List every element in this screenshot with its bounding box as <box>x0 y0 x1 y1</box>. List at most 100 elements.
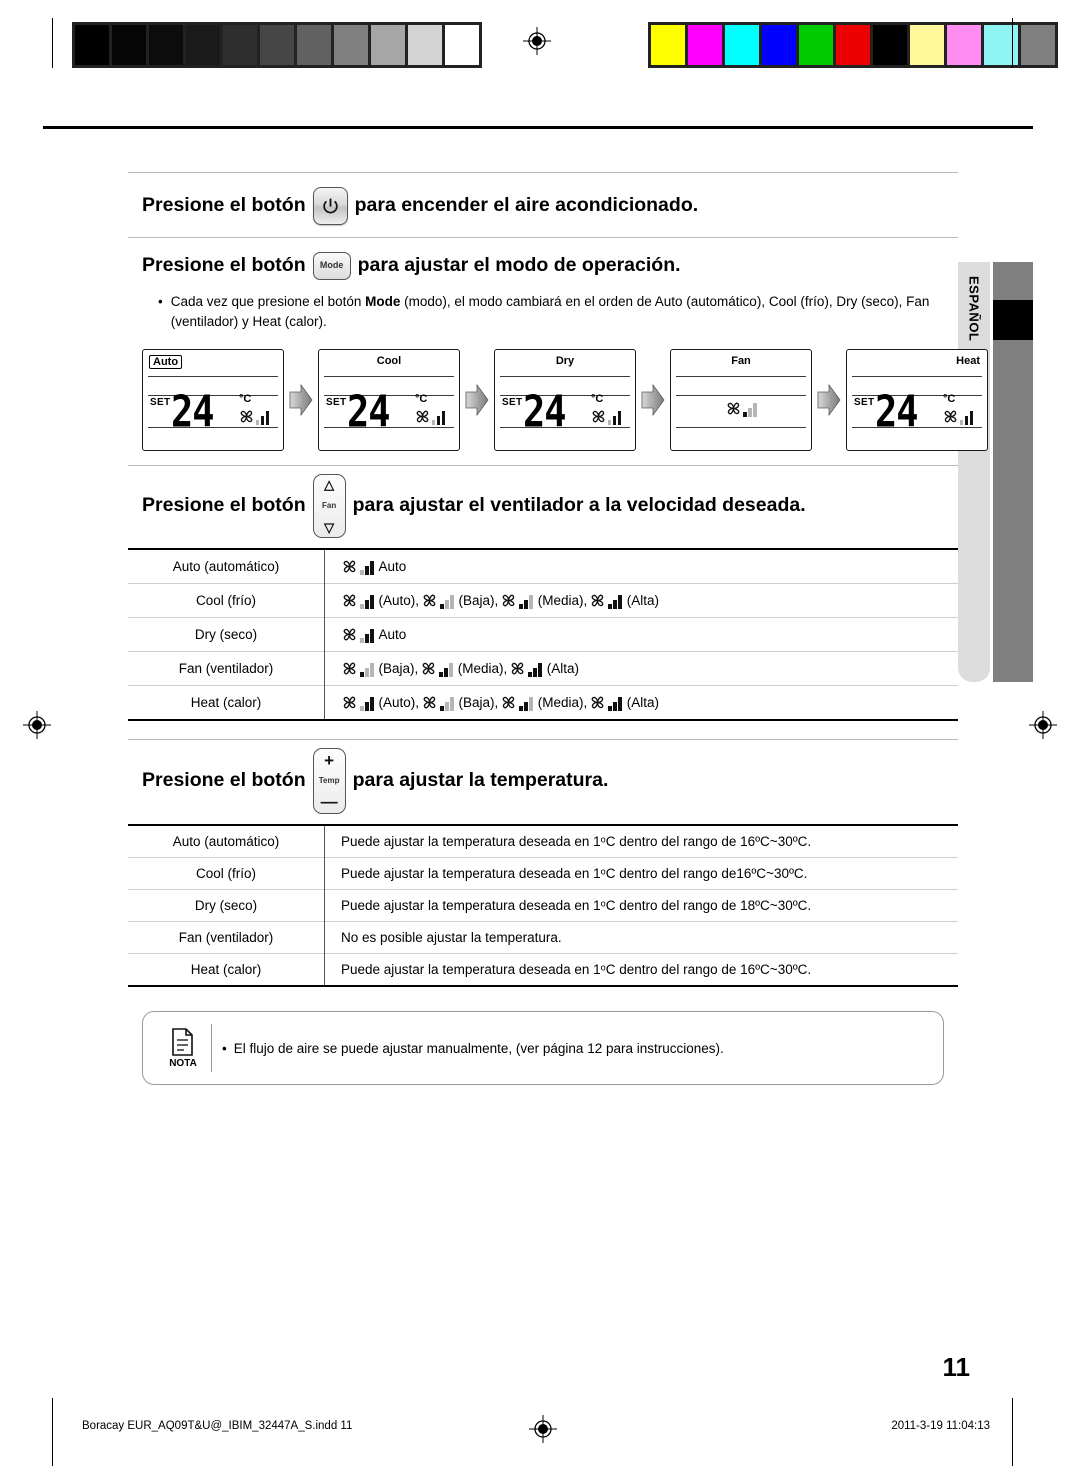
plus-icon: + <box>324 751 335 771</box>
table-row: Cool (frío) (Auto), (Baja), (Media), (Alta) <box>128 583 958 618</box>
note-divider <box>211 1024 212 1073</box>
bullet-dot: • <box>158 294 163 309</box>
fan-speed-bars <box>743 403 757 418</box>
footer-rule-right <box>1012 1406 1013 1466</box>
fan-bar-1 <box>608 604 612 610</box>
mode-heading-suffix: para ajustar el modo de operación. <box>357 254 681 277</box>
fan-blade-icon <box>502 696 515 709</box>
fan-bar-2 <box>533 668 537 678</box>
note-text-group: • El flujo de aire se puede ajustar manu… <box>222 1041 724 1056</box>
fan-button-label: Fan <box>321 500 337 510</box>
fan-speed-caption: (Baja), <box>458 694 499 710</box>
fan-bar-1 <box>360 706 364 712</box>
lcd-fan-indicator <box>414 408 445 426</box>
fan-bar-1 <box>959 420 963 426</box>
fan-button-icon[interactable]: △ Fan ▽ <box>312 474 346 539</box>
fan-bar-1 <box>255 420 259 426</box>
power-heading-prefix: Presione el botón <box>142 194 306 217</box>
lcd-display-fan: Fan <box>670 349 812 452</box>
fan-speed-option: (Auto), <box>341 694 419 712</box>
language-index-active-marker <box>993 300 1033 340</box>
fan-bar-1 <box>743 412 747 418</box>
fan-speed-bars <box>439 663 453 678</box>
bullet-text: Cada vez que presione el botón Mode (mod… <box>171 292 942 331</box>
fan-speed-option: (Baja), <box>421 694 499 712</box>
temp-heading-prefix: Presione el botón <box>142 769 306 792</box>
lcd-mode-label: Dry <box>555 355 575 368</box>
lcd-divider <box>148 376 278 378</box>
table-row: Heat (calor) (Auto), (Baja), (Media), (Alta) <box>128 685 958 720</box>
fan-bar-1 <box>519 604 523 610</box>
fan-blade-icon <box>343 560 356 573</box>
fan-bar-3 <box>441 411 445 426</box>
lcd-mode-label: Fan <box>731 355 751 368</box>
temp-mode-label: Cool (frío) <box>128 857 325 890</box>
fan-blade-icon <box>423 696 436 709</box>
power-heading-suffix: para encender el aire acondicionado. <box>354 194 699 217</box>
language-tab-label: ESPAÑOL <box>966 276 982 342</box>
fan-bar-3 <box>618 697 622 712</box>
fan-speed-caption: (Alta) <box>546 660 580 676</box>
fan-speed-bars <box>431 411 445 426</box>
temp-mode-label: Auto (automático) <box>128 826 325 858</box>
temp-range-text: Puede ajustar la temperatura deseada en … <box>341 834 812 850</box>
fan-bar-2 <box>445 600 449 610</box>
fan-speed-bars <box>360 697 374 712</box>
power-icon <box>322 197 338 213</box>
mode-button-icon[interactable]: Mode <box>312 252 351 280</box>
fan-bar-2 <box>613 600 617 610</box>
fan-speed-option: Auto <box>341 626 407 644</box>
temp-mode-label: Heat (calor) <box>128 953 325 986</box>
table-row: Dry (seco) Puede ajustar la temperatura d… <box>128 889 958 922</box>
fan-bar-1 <box>431 420 435 426</box>
lcd-set-label: SET <box>502 397 523 409</box>
lcd-mode-label: Auto <box>149 355 183 370</box>
fan-speed-option: (Auto), <box>341 592 420 610</box>
fan-bar-3 <box>618 595 622 610</box>
fan-speed-caption: (Media), <box>537 694 588 710</box>
fan-speed-bars <box>607 411 621 426</box>
fan-bar-3 <box>265 411 269 426</box>
fan-blade-icon <box>423 594 436 607</box>
lcd-temperature-unit: °C <box>239 393 252 406</box>
fan-bar-2 <box>365 600 369 610</box>
arrow-right-icon <box>641 383 665 417</box>
fan-blade-icon <box>502 594 515 607</box>
fan-bar-1 <box>607 420 611 426</box>
fan-mode-label: Fan (ventilador) <box>128 651 325 686</box>
footer-filename: Boracay EUR_AQ09T&U@_IBIM_32447A_S.indd … <box>82 1420 353 1432</box>
table-row: Auto (automático) Puede ajustar la temper… <box>128 826 958 858</box>
fan-bar-1 <box>360 638 364 644</box>
temp-button-icon[interactable]: + Temp — <box>312 748 346 815</box>
note-icon-group: NOTA <box>157 1027 209 1069</box>
fan-blade-icon <box>511 662 524 675</box>
lcd-set-label: SET <box>854 397 875 409</box>
fan-bar-2 <box>612 416 616 426</box>
lcd-temperature-value: 24 <box>523 386 567 438</box>
fan-speed-bars <box>255 411 269 426</box>
power-button-icon[interactable] <box>312 187 348 225</box>
temp-heading-suffix: para ajustar la temperatura. <box>352 769 609 792</box>
fan-speed-caption: Auto <box>378 626 407 642</box>
fan-heading-prefix: Presione el botón <box>142 494 306 517</box>
temp-range-text: No es posible ajustar la temperatura. <box>324 921 958 954</box>
fan-bar-3 <box>617 411 621 426</box>
fan-speed-bars <box>608 697 622 712</box>
note-bullet-dot: • <box>222 1040 227 1056</box>
fan-bar-3 <box>370 595 374 610</box>
fan-speed-caption: (Alta) <box>626 694 660 710</box>
fan-speed-bars <box>360 595 374 610</box>
fan-speed-option: (Alta) <box>589 592 659 610</box>
lcd-fan-indicator <box>671 400 811 418</box>
fan-speed-bars <box>959 411 973 426</box>
lcd-set-label: SET <box>150 397 171 409</box>
fan-speed-option: (Baja), <box>421 592 498 610</box>
fan-bar-1 <box>519 706 523 712</box>
temp-mode-label: Dry (seco) <box>128 889 325 922</box>
temp-range-text: Puede ajustar la temperatura deseada en … <box>324 953 958 986</box>
fan-blade-icon <box>727 402 740 415</box>
document-icon <box>172 1028 193 1056</box>
arrow-right-icon <box>289 383 313 417</box>
fan-speed-caption: (Auto), <box>378 592 420 608</box>
